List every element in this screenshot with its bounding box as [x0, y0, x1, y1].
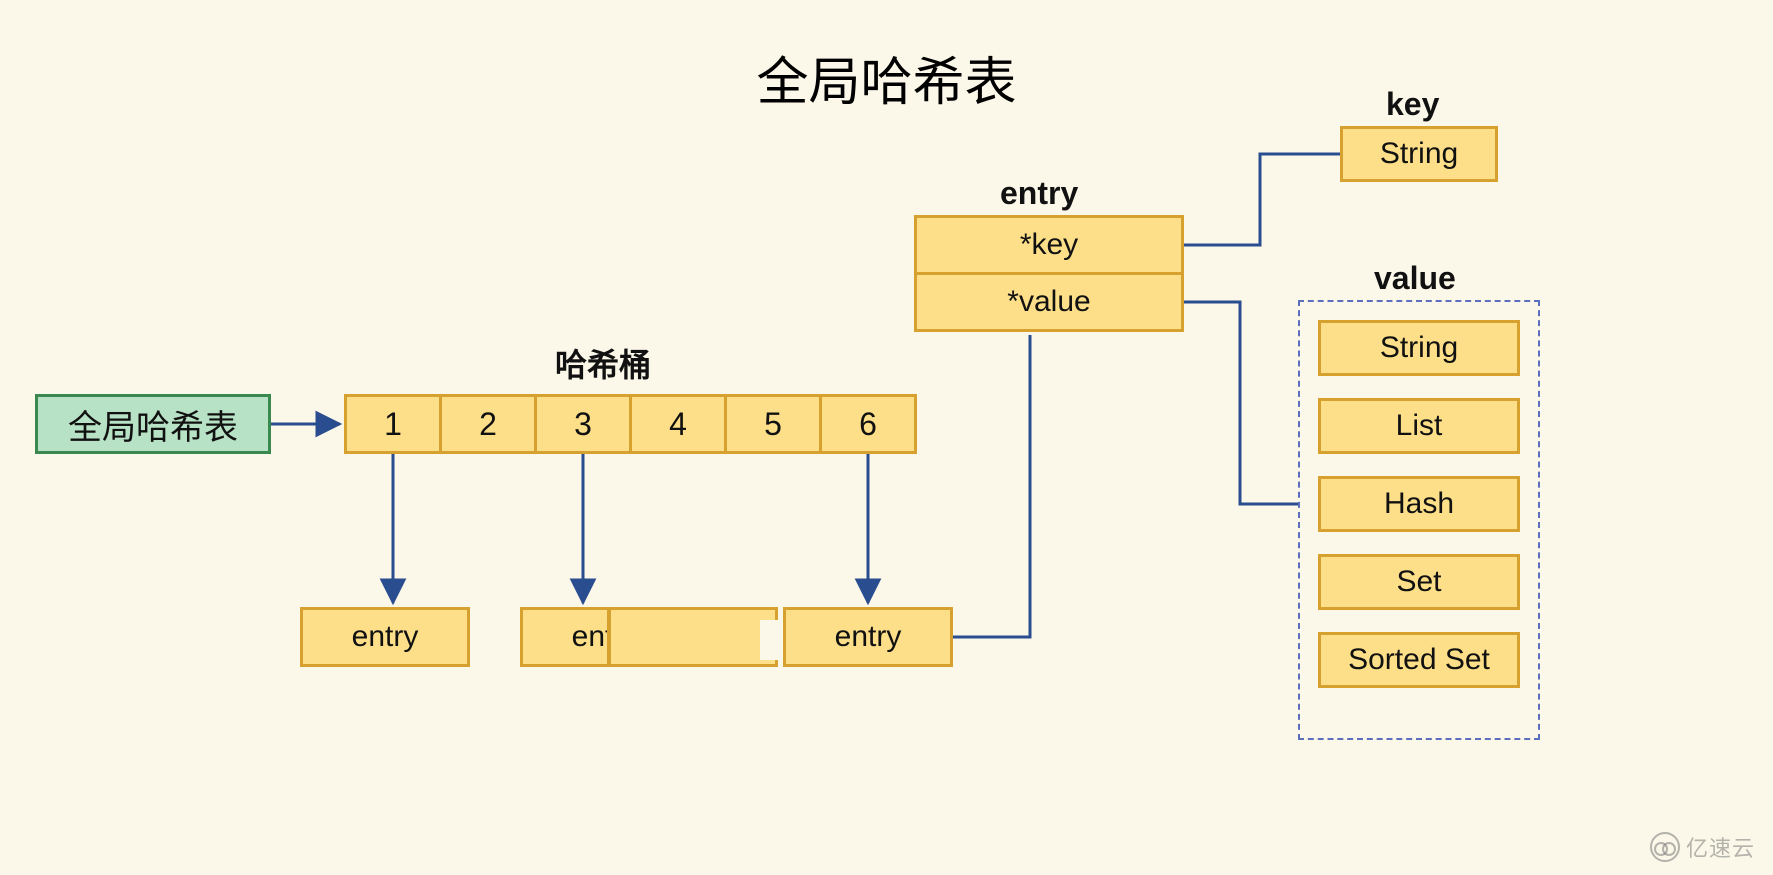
bucket-cell: 3 — [534, 394, 632, 454]
value-box-list: List — [1318, 398, 1520, 454]
diagram-title: 全局哈希表 — [0, 40, 1773, 115]
cloud-icon — [1650, 832, 1680, 862]
entry-key-cell: *key — [914, 215, 1184, 275]
entry-box-c-top: entry — [783, 607, 953, 667]
global-hash-table-box: 全局哈希表 — [35, 394, 271, 454]
value-box-string: String — [1318, 320, 1520, 376]
watermark-text: 亿速云 — [1686, 831, 1755, 863]
value-section-label: value — [1374, 260, 1456, 297]
bucket-cell: 4 — [629, 394, 727, 454]
watermark: 亿速云 — [1650, 831, 1755, 863]
value-box-hash: Hash — [1318, 476, 1520, 532]
entry-box-1: entry — [300, 607, 470, 667]
bucket-row: 1 2 3 4 5 6 — [344, 394, 917, 454]
hash-bucket-label: 哈希桶 — [555, 340, 651, 386]
bucket-cell: 1 — [344, 394, 442, 454]
bucket-cell: 5 — [724, 394, 822, 454]
entry-struct-label: entry — [1000, 175, 1078, 212]
key-string-box: String — [1340, 126, 1498, 182]
bucket-cell: 6 — [819, 394, 917, 454]
bucket-cell: 2 — [439, 394, 537, 454]
key-section-label: key — [1386, 86, 1439, 123]
entry-value-cell: *value — [914, 272, 1184, 332]
value-box-sortedset: Sorted Set — [1318, 632, 1520, 688]
value-box-set: Set — [1318, 554, 1520, 610]
entry-struct: *key *value — [914, 215, 1184, 332]
